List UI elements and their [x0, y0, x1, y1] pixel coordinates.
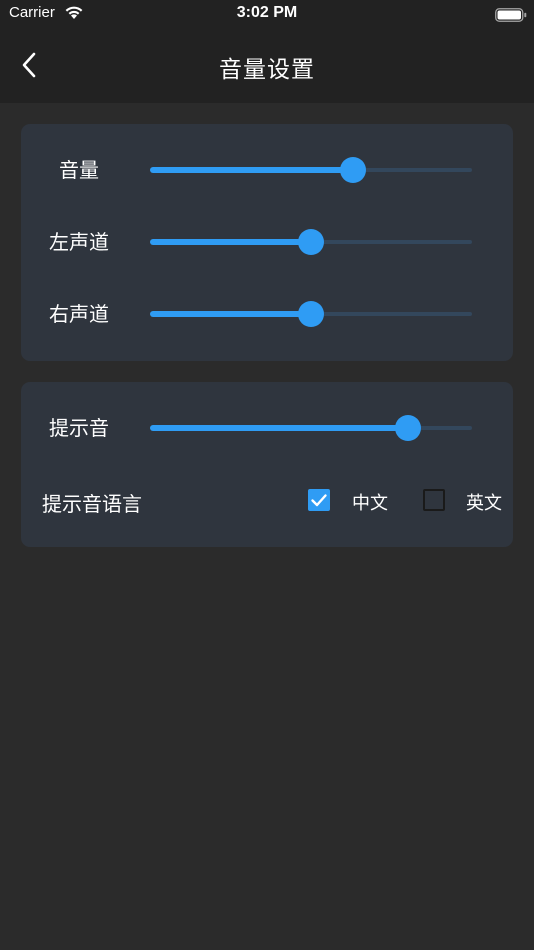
english-option-label[interactable]: 英文: [466, 489, 502, 515]
chinese-checkbox[interactable]: [308, 489, 330, 511]
volume-label: 音量: [59, 158, 99, 182]
volume-slider[interactable]: [150, 155, 472, 185]
slider-fill: [150, 167, 353, 173]
prompt-card: 提示音 提示音语言 中文 英文: [21, 382, 513, 547]
slider-thumb[interactable]: [394, 415, 421, 441]
slider-fill: [150, 311, 311, 317]
right-channel-label: 右声道: [49, 302, 109, 326]
prompt-tone-slider[interactable]: [150, 413, 472, 443]
battery-icon: [495, 7, 527, 22]
slider-thumb[interactable]: [298, 301, 324, 327]
left-channel-slider[interactable]: [150, 227, 472, 257]
page-title: 音量设置: [219, 57, 315, 83]
checkmark-icon: [311, 494, 327, 507]
chinese-option-label[interactable]: 中文: [352, 489, 388, 515]
volume-card: 音量 左声道 右声道: [21, 124, 513, 361]
slider-fill: [150, 239, 311, 245]
english-checkbox[interactable]: [423, 489, 445, 511]
right-channel-slider[interactable]: [150, 299, 472, 329]
slider-thumb[interactable]: [339, 157, 366, 183]
prompt-tone-label: 提示音: [49, 416, 109, 440]
slider-fill: [150, 425, 408, 431]
left-channel-label: 左声道: [49, 230, 109, 254]
status-bar: Carrier 3:02 PM: [0, 0, 534, 28]
slider-thumb[interactable]: [298, 229, 324, 255]
status-time: 3:02 PM: [236, 4, 298, 21]
prompt-language-label: 提示音语言: [42, 492, 142, 516]
